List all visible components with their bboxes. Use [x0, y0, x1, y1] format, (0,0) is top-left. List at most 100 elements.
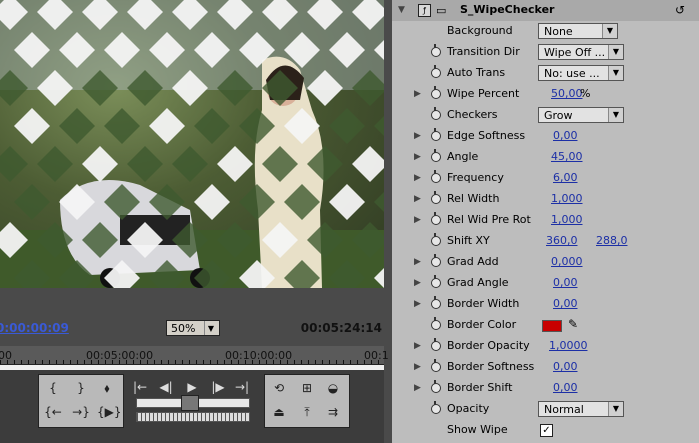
- param-value[interactable]: 50,00: [551, 87, 583, 100]
- eyedropper-icon[interactable]: ✎: [568, 317, 578, 331]
- param-row-edge-softness: ▶ Edge Softness 0,00: [392, 126, 699, 147]
- step-frame-forward-icon[interactable]: |▶: [208, 378, 228, 396]
- param-value[interactable]: 0,00: [553, 360, 578, 373]
- collapse-triangle-icon[interactable]: ▼: [398, 5, 405, 15]
- param-unit: %: [580, 87, 591, 100]
- param-row-grad-add: ▶ Grad Add 0,000: [392, 252, 699, 273]
- wipe-checker-tile: [374, 192, 384, 212]
- param-value[interactable]: 0,00: [553, 381, 578, 394]
- stopwatch-icon[interactable]: [430, 233, 441, 246]
- param-row-opacity: Opacity Normal ▼: [392, 399, 699, 420]
- wipe-checker-tile: [37, 146, 73, 182]
- stopwatch-icon[interactable]: [430, 149, 441, 162]
- param-row-shift-xy: Shift XY 360,0 288,0: [392, 231, 699, 252]
- param-value[interactable]: 6,00: [553, 171, 578, 184]
- wipe-checker-tile: [172, 146, 208, 182]
- param-row-show-wipe: Show Wipe ✓: [392, 420, 699, 441]
- stopwatch-icon[interactable]: [430, 296, 441, 309]
- param-dropdown[interactable]: None ▼: [538, 23, 618, 39]
- dropdown-value: Wipe Off ...: [544, 46, 606, 59]
- param-value[interactable]: 1,000: [551, 213, 583, 226]
- param-value[interactable]: 1,000: [551, 192, 583, 205]
- expand-triangle-icon[interactable]: ▶: [414, 215, 421, 225]
- expand-triangle-icon[interactable]: ▶: [414, 89, 421, 99]
- stopwatch-icon[interactable]: [430, 107, 441, 120]
- param-value[interactable]: 0,000: [551, 255, 583, 268]
- param-value[interactable]: 1,0000: [549, 339, 588, 352]
- expand-triangle-icon[interactable]: ▶: [414, 383, 421, 393]
- mark-out-icon[interactable]: }: [71, 379, 91, 397]
- play-icon[interactable]: ▶: [182, 378, 202, 396]
- wipe-checker-tile: [194, 184, 230, 220]
- param-value[interactable]: 0,00: [553, 276, 578, 289]
- safe-margins-icon[interactable]: ⊞: [297, 379, 317, 397]
- reset-icon[interactable]: ↺: [675, 3, 685, 17]
- expand-triangle-icon[interactable]: ▶: [414, 341, 421, 351]
- stopwatch-icon[interactable]: [430, 128, 441, 141]
- expand-triangle-icon[interactable]: ▶: [414, 152, 421, 162]
- shuttle-slider[interactable]: [136, 395, 250, 411]
- stopwatch-icon[interactable]: [430, 338, 441, 351]
- expand-triangle-icon[interactable]: ▶: [414, 194, 421, 204]
- param-value-y[interactable]: 288,0: [596, 234, 628, 247]
- step-frame-back-icon[interactable]: ◀|: [156, 378, 176, 396]
- stopwatch-icon[interactable]: [430, 359, 441, 372]
- expand-triangle-icon[interactable]: ▶: [414, 257, 421, 267]
- effect-header[interactable]: ▼ ƒ ▭ S_WipeChecker ↺: [392, 0, 699, 21]
- param-dropdown[interactable]: Wipe Off ... ▼: [538, 44, 624, 60]
- zoom-dropdown[interactable]: 50% ▼: [166, 320, 220, 336]
- step-back-icon[interactable]: |←: [130, 378, 150, 396]
- stopwatch-icon[interactable]: [430, 401, 441, 414]
- expand-triangle-icon[interactable]: ▶: [414, 278, 421, 288]
- loop-icon[interactable]: ⟲: [269, 379, 289, 397]
- output-icon[interactable]: ◒: [323, 379, 343, 397]
- step-forward-icon[interactable]: →|: [232, 378, 252, 396]
- video-frame-image: [0, 0, 384, 288]
- param-label: Transition Dir: [447, 45, 520, 58]
- param-dropdown[interactable]: Normal ▼: [538, 401, 624, 417]
- stopwatch-icon[interactable]: [430, 170, 441, 183]
- stopwatch-icon[interactable]: [430, 275, 441, 288]
- current-timecode[interactable]: 0:00:00:09: [0, 321, 69, 335]
- color-swatch[interactable]: [542, 320, 562, 332]
- effect-icon: ▭: [436, 4, 447, 17]
- expand-triangle-icon[interactable]: ▶: [414, 173, 421, 183]
- play-in-to-out-icon[interactable]: {▶}: [97, 403, 122, 421]
- param-value-x[interactable]: 360,0: [546, 234, 578, 247]
- trim-icon[interactable]: ⇉: [323, 403, 343, 421]
- expand-triangle-icon[interactable]: ▶: [414, 362, 421, 372]
- param-value[interactable]: 0,00: [553, 297, 578, 310]
- lift-icon[interactable]: ⏏: [269, 403, 289, 421]
- stopwatch-icon[interactable]: [430, 212, 441, 225]
- jog-wheel[interactable]: [136, 412, 250, 422]
- param-value[interactable]: 0,00: [553, 129, 578, 142]
- wipe-checker-tile: [149, 108, 185, 144]
- go-to-out-icon[interactable]: →}: [71, 403, 91, 421]
- extract-icon[interactable]: ⤒: [297, 403, 317, 421]
- stopwatch-icon[interactable]: [430, 65, 441, 78]
- param-label: Opacity: [447, 402, 490, 415]
- param-row-angle: ▶ Angle 45,00: [392, 147, 699, 168]
- stopwatch-icon[interactable]: [430, 317, 441, 330]
- time-ruler[interactable]: 00 00:05:00:00 00:10:00:00 00:1: [0, 346, 389, 370]
- wipe-checker-tile: [217, 146, 253, 182]
- stopwatch-icon[interactable]: [430, 191, 441, 204]
- set-marker-icon[interactable]: ⬧: [97, 379, 117, 397]
- show-wipe-checkbox[interactable]: ✓: [540, 424, 553, 437]
- fx-toggle-icon[interactable]: ƒ: [418, 4, 431, 17]
- wipe-checker-tile: [82, 146, 118, 182]
- expand-triangle-icon[interactable]: ▶: [414, 131, 421, 141]
- param-value[interactable]: 45,00: [551, 150, 583, 163]
- param-row-rel-wid-pre-rot: ▶ Rel Wid Pre Rot 1,000: [392, 210, 699, 231]
- shuttle-knob[interactable]: [181, 395, 199, 411]
- expand-triangle-icon[interactable]: ▶: [414, 299, 421, 309]
- param-dropdown[interactable]: Grow ▼: [538, 107, 624, 123]
- stopwatch-icon[interactable]: [430, 254, 441, 267]
- go-to-in-icon[interactable]: {←: [43, 403, 63, 421]
- stopwatch-icon[interactable]: [430, 44, 441, 57]
- param-row-auto-trans: Auto Trans No: use ... ▼: [392, 63, 699, 84]
- stopwatch-icon[interactable]: [430, 86, 441, 99]
- mark-in-icon[interactable]: {: [43, 379, 63, 397]
- param-dropdown[interactable]: No: use ... ▼: [538, 65, 624, 81]
- stopwatch-icon[interactable]: [430, 380, 441, 393]
